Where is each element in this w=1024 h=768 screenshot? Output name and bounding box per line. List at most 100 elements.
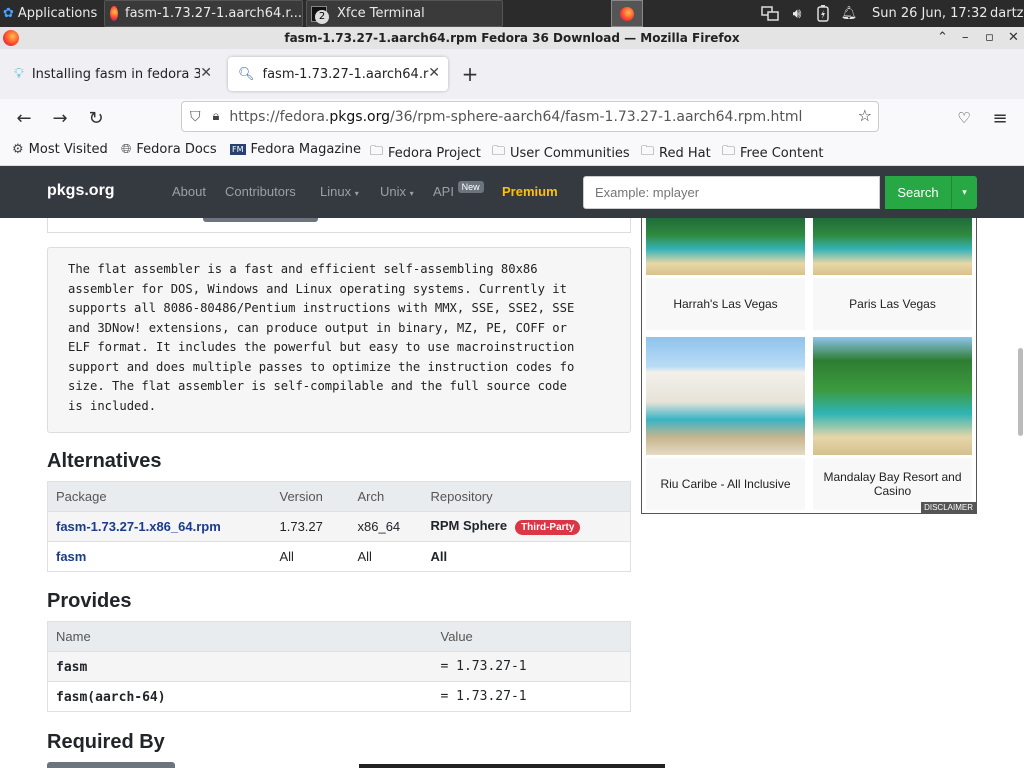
workspace-firefox-icon [620,6,634,21]
firefox-icon [110,6,118,21]
bookmark-red-hat[interactable]: 🗀 Red Hat [641,142,711,164]
applications-menu[interactable]: ✿ Applications ≣ [3,0,103,27]
back-arrow-icon[interactable]: ← [11,105,37,131]
bookmark-free-content[interactable]: 🗀 Free Content [722,142,823,164]
window-maximize-icon[interactable]: ▫ [985,30,994,45]
clock[interactable]: Sun 26 Jun, 17:32 [872,0,988,27]
repo-cell: RPM Sphere [430,518,508,533]
window-minimize-icon[interactable]: – [962,30,969,45]
previous-panel-bottom [47,218,631,233]
nav-api[interactable]: API New [433,181,484,199]
tab-bar: 💡︎ Installing fasm in fedora 3 ✕ 🔍︎ fasm… [0,49,1024,99]
search-button[interactable]: Search [885,176,951,209]
forward-arrow-icon[interactable]: → [47,105,73,131]
required-by-button-edge [47,762,175,768]
provides-name: fasm [56,659,88,675]
fedora-magazine-icon: FM [230,144,246,155]
pocket-icon[interactable]: ♡ [951,105,977,131]
window-shade-icon[interactable]: ⌃ [937,30,948,45]
table-header-row: Name Value [47,621,631,652]
new-badge: New [457,181,484,193]
applications-label: Applications [17,6,98,21]
url-path: /36/rpm-sphere-aarch64/fasm-1.73.27-1.aa… [389,108,803,125]
bookmark-user-communities[interactable]: 🗀 User Communities [492,142,630,164]
nav-unix-dropdown[interactable]: Unix ▾ [380,184,414,199]
provides-value: = 1.73.27-1 [432,681,631,712]
site-brand[interactable]: pkgs.org [47,182,115,200]
tab-close-icon[interactable]: ✕ [428,65,440,81]
nav-about[interactable]: About [172,184,206,199]
bookmarks-toolbar: ⚙ Most Visited 🌐︎ Fedora Docs FM Fedora Mag… [0,137,1024,166]
globe-icon: 🌐︎ [121,142,132,157]
lock-icon[interactable]: 🔒︎ [213,109,220,124]
nav-contributors[interactable]: Contributors [225,184,296,199]
user-menu[interactable]: dartz [990,0,1024,27]
caret-down-icon: ▾ [354,189,359,198]
tab-fasm-rpm[interactable]: 🔍︎ fasm-1.73.27-1.aarch64.rpm ✕ [228,57,448,91]
url-bar[interactable]: ⛉ 🔒︎ https://fedora.pkgs.org/36/rpm-sphe… [181,101,879,132]
ad-disclaimer[interactable]: DISCLAIMER [921,502,976,513]
version-cell: All [271,541,350,572]
bookmark-star-icon[interactable]: ☆ [858,106,872,125]
folder-icon: 🗀 [641,144,655,159]
nav-premium[interactable]: Premium [502,184,558,199]
ad-panel: Harrah's Las Vegas Paris Las Vegas Riu C… [641,218,977,514]
gear-icon: ⚙ [12,142,24,157]
bookmark-fedora-docs[interactable]: 🌐︎ Fedora Docs [121,142,217,157]
bookmark-label: Red Hat [659,145,711,161]
col-value: Value [432,621,631,652]
third-party-badge: Third-Party [515,520,581,535]
workspace-switcher[interactable] [611,0,643,27]
notification-bell-icon[interactable]: 🔔︎ [839,0,859,27]
ad-image-riu-caribe[interactable] [646,337,805,455]
ad-image-harrahs[interactable] [646,218,805,275]
page-scrollbar[interactable] [1018,348,1023,436]
ad-caption[interactable]: Paris Las Vegas [813,278,972,330]
bookmark-label: User Communities [510,145,630,161]
window-close-icon[interactable]: ✕ [1008,30,1019,45]
volume-icon[interactable]: 🔊︎ [787,0,807,27]
taskbar-firefox-label: fasm-1.73.27-1.aarch64.r... [125,6,302,21]
bookmark-fedora-magazine[interactable]: FM Fedora Magazine [230,142,361,157]
provides-table: Name Value fasm = 1.73.27-1 fasm(aarch-6… [47,621,631,712]
battery-icon[interactable] [813,0,833,27]
new-tab-plus-icon[interactable]: + [457,61,483,87]
ad-caption[interactable]: Harrah's Las Vegas [646,278,805,330]
terminal-count-badge: 2 [315,9,329,24]
tab-close-icon[interactable]: ✕ [200,65,212,81]
bookmark-fedora-project[interactable]: 🗀 Fedora Project [370,142,481,164]
firefox-window-icon [3,30,19,46]
tab-label: fasm-1.73.27-1.aarch64.rpm [262,66,429,82]
search-dropdown-toggle[interactable]: ▾ [951,176,977,209]
repo-cell: All [430,549,448,564]
panel-button-edge [203,218,318,222]
taskbar-terminal[interactable]: 2 Xfce Terminal [306,0,503,27]
tab-installing-fasm[interactable]: 💡︎ Installing fasm in fedora 3 ✕ [4,57,220,91]
bookmark-label: Fedora Docs [136,142,217,157]
window-title: fasm-1.73.27-1.aarch64.rpm Fedora 36 Dow… [284,31,740,45]
folder-icon: 🗀 [492,144,506,159]
package-link[interactable]: fasm [56,549,86,564]
reload-icon[interactable]: ↻ [83,105,109,131]
nav-linux-dropdown[interactable]: Linux ▾ [320,184,359,199]
search-input[interactable] [583,176,880,209]
ad-image-paris[interactable] [813,218,972,275]
hamburger-menu-icon[interactable]: ≡ [987,105,1013,131]
ad-caption[interactable]: Riu Caribe - All Inclusive [646,458,805,510]
package-link[interactable]: fasm-1.73.27-1.x86_64.rpm [56,519,221,534]
table-row: fasm All All All [47,541,631,572]
bookmark-label: Free Content [740,145,824,161]
bookmark-most-visited[interactable]: ⚙ Most Visited [12,142,108,157]
arch-cell: All [349,541,423,572]
provides-heading: Provides [47,590,132,612]
url-text[interactable]: https://fedora.pkgs.org/36/rpm-sphere-aa… [229,109,802,125]
tracking-shield-icon[interactable]: ⛉ [190,109,201,125]
terminal-icon: 2 [311,5,329,24]
provides-value: = 1.73.27-1 [432,651,631,682]
taskbar-terminal-label: Xfce Terminal [337,6,425,21]
taskbar-firefox[interactable]: fasm-1.73.27-1.aarch64.r... [104,0,303,27]
url-prefix: https://fedora. [229,108,330,125]
network-icon[interactable] [758,0,782,27]
col-version: Version [271,481,350,512]
ad-image-mandalay-bay[interactable] [813,337,972,455]
